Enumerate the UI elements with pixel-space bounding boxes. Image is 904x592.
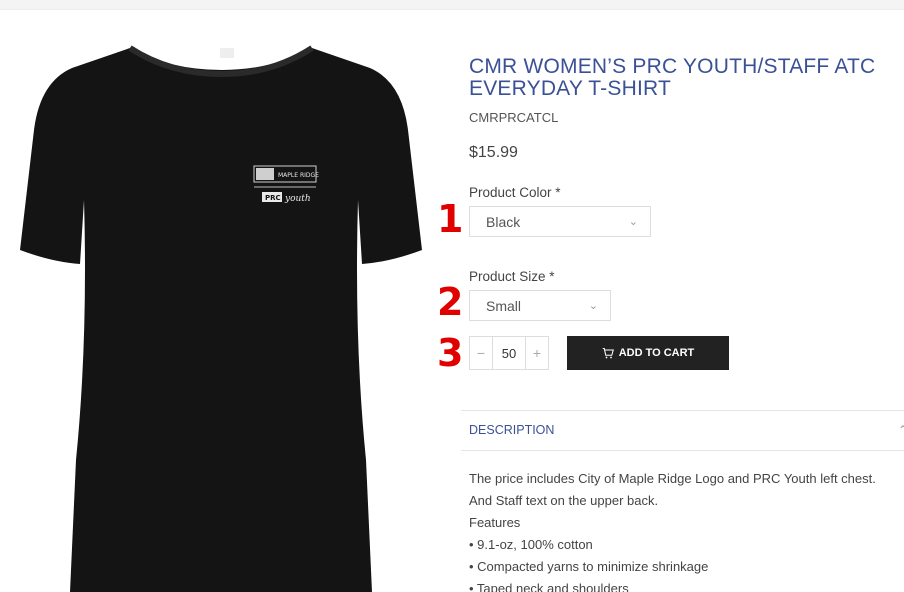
add-to-cart-button[interactable]: ADD TO CART — [567, 336, 729, 370]
tshirt-image: MAPLE RIDGE PRC youth — [20, 45, 422, 592]
cart-icon — [602, 347, 614, 359]
color-select[interactable]: Black ⌄ — [469, 206, 651, 237]
quantity-decrease-button[interactable]: − — [470, 337, 492, 369]
description-line: The price includes City of Maple Ridge L… — [469, 471, 876, 486]
product-sku: CMRPRCATCL — [469, 110, 559, 125]
color-label: Product Color * — [469, 185, 561, 200]
size-select[interactable]: Small ⌄ — [469, 290, 611, 321]
tab-description[interactable]: DESCRIPTION — [469, 423, 554, 437]
description-line: • Compacted yarns to minimize shrinkage — [469, 559, 709, 574]
chevron-down-icon: ⌄ — [628, 216, 638, 228]
description-line: • Taped neck and shoulders — [469, 581, 629, 592]
shirt-badge-text2: youth — [284, 194, 311, 204]
description-line: And Staff text on the upper back. — [469, 493, 659, 508]
size-value: Small — [486, 297, 522, 314]
color-value: Black — [486, 213, 521, 230]
product-image[interactable]: MAPLE RIDGE PRC youth — [10, 40, 432, 592]
description-body: The price includes City of Maple Ridge L… — [469, 468, 904, 592]
chevron-up-icon[interactable]: ⌃ — [898, 423, 904, 437]
shirt-logo-text: MAPLE RIDGE — [278, 172, 319, 179]
size-label: Product Size * — [469, 269, 555, 284]
chevron-down-icon: ⌄ — [588, 300, 598, 312]
top-bar — [0, 0, 904, 10]
description-line: Features — [469, 515, 521, 530]
add-to-cart-label: ADD TO CART — [618, 347, 695, 359]
quantity-increase-button[interactable]: + — [526, 337, 548, 369]
annotation-marker-2: 2 — [437, 280, 464, 324]
quantity-stepper: − 50 + — [469, 336, 549, 370]
product-info: CMR WOMEN’S PRC YOUTH/STAFF ATC EVERYDAY… — [469, 56, 904, 162]
annotation-marker-1: 1 — [437, 197, 464, 241]
quantity-input[interactable]: 50 — [492, 337, 526, 369]
annotation-marker-3: 3 — [437, 331, 464, 375]
divider — [461, 410, 904, 411]
product-title: CMR WOMEN’S PRC YOUTH/STAFF ATC EVERYDAY… — [469, 55, 876, 100]
divider — [461, 450, 904, 451]
shirt-badge-text: PRC — [265, 194, 281, 202]
description-line: • 9.1-oz, 100% cotton — [469, 537, 593, 552]
product-price: $15.99 — [469, 144, 518, 161]
